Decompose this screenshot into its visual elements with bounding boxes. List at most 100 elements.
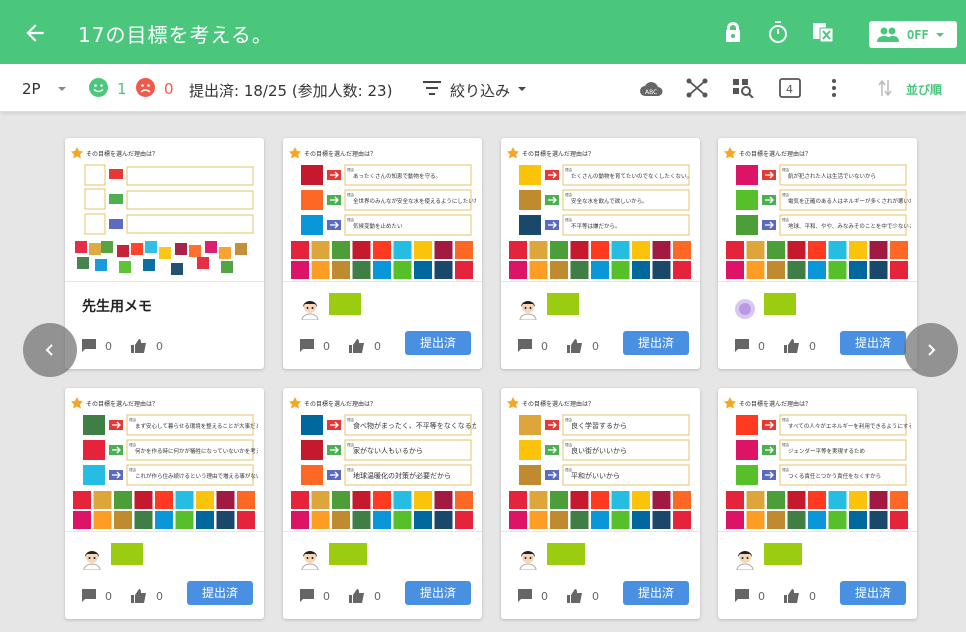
like-icon[interactable] (566, 338, 584, 354)
card-footer: 0 0 (299, 337, 381, 355)
submitted-badge[interactable]: 提出済 (405, 581, 471, 605)
filter-icon[interactable] (423, 81, 441, 95)
comment-icon[interactable] (517, 588, 533, 604)
student-name-masked (764, 543, 802, 565)
svg-text:理由: 理由 (782, 167, 790, 172)
timer-icon[interactable] (766, 20, 790, 44)
student-name-masked (547, 543, 585, 565)
columns-count-icon[interactable]: 4 (779, 78, 801, 98)
comment-icon[interactable] (299, 588, 315, 604)
comment-icon[interactable] (81, 338, 97, 354)
happy-count: 1 (117, 80, 127, 98)
submitted-badge[interactable]: 提出済 (623, 331, 689, 355)
like-count: 0 (809, 589, 816, 603)
sad-face-icon[interactable] (136, 78, 155, 97)
comment-icon[interactable] (81, 588, 97, 604)
comment-icon[interactable] (734, 338, 750, 354)
like-icon[interactable] (348, 338, 366, 354)
like-icon[interactable] (130, 588, 148, 604)
student-name-masked (764, 293, 796, 315)
board-toolbar: 2P 1 0 提出済: 18/25 (参加人数: 23) 絞り込み ABC 4 … (0, 64, 966, 112)
like-icon[interactable] (783, 588, 801, 604)
handwritten-answer: 家がない人もいるから (353, 446, 423, 455)
svg-text:理由: 理由 (782, 217, 790, 222)
svg-text:理由: 理由 (782, 467, 790, 472)
handwritten-answer: 飢が犯された人は生活でいないから (788, 172, 876, 180)
card-footer: 0 0 (734, 337, 816, 355)
more-options-icon[interactable] (831, 78, 837, 98)
student-avatar (519, 301, 537, 320)
connect-nodes-icon[interactable] (686, 78, 708, 98)
handwritten-answer: 平和がいいから (571, 471, 620, 480)
student-card[interactable]: その目標を選んだ理由は？ 理由 あったくさんの知恵で動物を守る。 理由 全世界のみんなが… (283, 138, 482, 369)
worksheet-thumbnail: その目標を選んだ理由は？理由食べ物がまったく、不平等をなくなるから理由家がない人… (289, 393, 476, 531)
share-toggle-button[interactable]: OFF (869, 21, 957, 48)
svg-text:その目標を選んだ理由は？: その目標を選んだ理由は？ (739, 150, 811, 158)
back-arrow-icon[interactable] (22, 20, 48, 46)
svg-text:理由: 理由 (347, 217, 355, 222)
handwritten-answer: たくさんの動物を育てたいのでなくしたくない。 (571, 172, 692, 180)
card-footer: 0 0 (517, 337, 599, 355)
student-card[interactable]: その目標を選んだ理由は？ 理由 たくさんの動物を育てたいのでなくしたくない。 理由 安全… (501, 138, 700, 369)
submitted-badge[interactable]: 提出済 (405, 331, 471, 355)
page-selector[interactable]: 2P (22, 80, 41, 98)
page-dropdown-icon[interactable] (57, 84, 67, 94)
card-footer: 0 0 (734, 587, 816, 605)
group-icon (877, 27, 899, 42)
card-title: 先生用メモ (82, 299, 152, 315)
student-name-masked (329, 543, 367, 565)
student-avatar (301, 551, 319, 570)
chevron-left-icon (45, 344, 53, 356)
svg-text:ABC: ABC (645, 89, 657, 96)
handwritten-answer: 気候変動を止めたい (353, 222, 403, 230)
like-icon[interactable] (348, 588, 366, 604)
like-count: 0 (374, 339, 381, 353)
svg-text:理由: 理由 (565, 167, 573, 172)
comment-icon[interactable] (299, 338, 315, 354)
student-card[interactable]: その目標を選んだ理由は？ 理由 食べ物がまったく、不平等をなくなるから 理由 家がない人… (283, 388, 482, 619)
comment-count: 0 (323, 339, 330, 353)
translate-off-icon[interactable] (811, 20, 835, 44)
student-name-masked (329, 293, 361, 315)
like-icon[interactable] (783, 338, 801, 354)
filter-button[interactable]: 絞り込み (450, 80, 510, 101)
comment-icon[interactable] (517, 338, 533, 354)
happy-face-icon[interactable] (89, 78, 108, 97)
svg-text:その目標を選んだ理由は？: その目標を選んだ理由は？ (86, 150, 158, 158)
sort-button[interactable]: 並び順 (906, 81, 942, 98)
submitted-badge[interactable]: 提出済 (840, 581, 906, 605)
like-icon[interactable] (130, 338, 148, 354)
handwritten-answer: 良い街がいいから (571, 446, 627, 455)
card-teacher-memo[interactable]: その目標を選んだ理由は？ 先生用メモ 0 0 (65, 138, 264, 369)
svg-text:理由: 理由 (129, 467, 136, 472)
like-count: 0 (592, 339, 599, 353)
like-count: 0 (809, 339, 816, 353)
svg-text:理由: 理由 (782, 417, 790, 422)
card-footer: 0 0 (81, 337, 163, 355)
text-recognition-icon[interactable]: ABC (639, 78, 663, 98)
zoom-grid-icon[interactable] (732, 78, 754, 98)
toggle-label: OFF (907, 27, 929, 42)
like-count: 0 (156, 339, 163, 353)
svg-text:理由: 理由 (347, 167, 355, 172)
submitted-badge[interactable]: 提出済 (187, 581, 253, 605)
next-page-button[interactable] (904, 323, 958, 377)
lock-icon[interactable] (721, 20, 745, 44)
comment-count: 0 (541, 339, 548, 353)
submitted-badge[interactable]: 提出済 (623, 581, 689, 605)
student-card[interactable]: その目標を選んだ理由は？理由すべての人々がエネルギーを利用できるようにするから理… (718, 388, 917, 619)
card-footer: 0 0 (299, 587, 381, 605)
worksheet-thumbnail: その目標を選んだ理由は？理由あったくさんの知恵で動物を守る。理由全世界のみんなが… (289, 143, 476, 281)
submitted-badge[interactable]: 提出済 (840, 331, 906, 355)
student-card[interactable]: その目標を選んだ理由は？ 理由 良く学習するから 理由 良い街がいいから 理由 平和がいいか… (501, 388, 700, 619)
comment-icon[interactable] (734, 588, 750, 604)
student-avatar (83, 551, 101, 570)
like-icon[interactable] (566, 588, 584, 604)
sort-arrows-icon[interactable] (878, 79, 892, 97)
student-card[interactable]: その目標を選んだ理由は？ 理由 飢が犯された人は生活でいないから 理由 電気を正確のある… (718, 138, 917, 369)
filter-dropdown-icon[interactable] (517, 84, 527, 94)
student-avatar (301, 301, 319, 320)
student-card[interactable]: その目標を選んだ理由は？理由まず安心して暮らせる環境を整えることが大事だと思うか… (65, 388, 264, 619)
previous-page-button[interactable] (23, 323, 77, 377)
worksheet-thumbnail: その目標を選んだ理由は？理由たくさんの動物を育てたいのでなくしたくない。理由安全… (507, 143, 694, 281)
